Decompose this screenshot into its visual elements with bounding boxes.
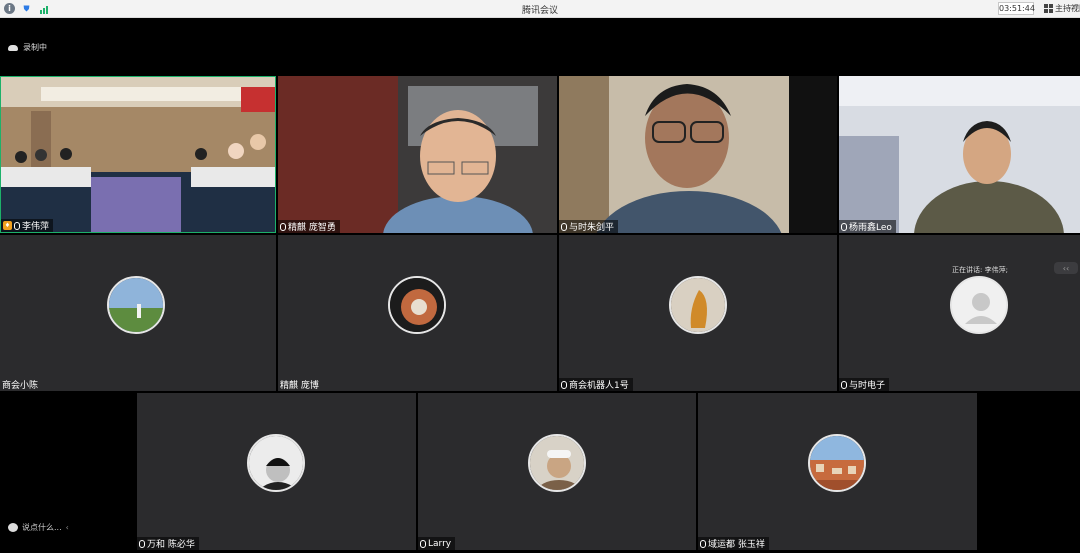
cloud-recording-icon <box>8 44 18 51</box>
mic-icon <box>700 539 706 548</box>
mic-icon <box>561 222 567 231</box>
avatar <box>808 434 866 492</box>
participant-name: Larry <box>418 537 456 550</box>
avatar <box>388 276 446 334</box>
mic-icon <box>139 539 145 548</box>
conference-room-video <box>1 77 275 232</box>
mic-icon <box>280 222 286 231</box>
avatar <box>107 276 165 334</box>
host-icon: ♦ <box>3 221 12 230</box>
title-bar: i ⛊ 腾讯会议 03:51:44 主持视图 — <box>0 0 1080 18</box>
chat-collapse-button[interactable]: ‹ <box>66 523 69 532</box>
mic-icon <box>841 380 847 389</box>
now-talking-label: 正在讲话: 李伟萍; <box>952 266 1008 274</box>
participant-video <box>839 76 1080 233</box>
mic-icon <box>561 380 567 389</box>
participant-name: 商会小陈 <box>2 381 39 391</box>
meeting-timer: 03:51:44 <box>998 2 1035 15</box>
collapse-icon[interactable]: ‹‹ <box>1054 262 1078 274</box>
avatar <box>669 276 727 334</box>
participant-name: 与时电子 <box>839 378 890 391</box>
grid-icon <box>1044 4 1053 13</box>
avatar-tile[interactable]: 正在讲话: 李伟萍; 与时电子 <box>839 235 1080 391</box>
avatar <box>950 276 1008 334</box>
participant-video <box>559 76 837 233</box>
recording-indicator[interactable]: 录制中 <box>8 42 47 53</box>
participant-name: 与时朱剑平 <box>559 220 619 233</box>
window-title: 腾讯会议 <box>521 6 558 16</box>
avatar-tile[interactable]: 商会机器人1号 <box>559 235 837 391</box>
mic-icon <box>14 221 20 230</box>
avatar-tile[interactable]: 商会小陈 <box>0 235 276 391</box>
participant-name: 万和 陈必华 <box>137 537 199 550</box>
mic-icon <box>841 222 847 231</box>
video-tile[interactable]: 精麒 庞智勇 <box>278 76 557 233</box>
minimize-button[interactable]: — <box>1070 1 1079 11</box>
recording-label: 录制中 <box>23 43 47 52</box>
participant-name: 精麒 庞智勇 <box>278 220 340 233</box>
participant-name: 精麒 庞博 <box>280 381 319 391</box>
chat-icon <box>8 522 18 532</box>
avatar-tile[interactable]: 精麒 庞博 <box>278 235 557 391</box>
chat-input[interactable]: 说点什么... ‹ <box>0 518 90 536</box>
video-tile[interactable]: 杨雨鑫Leo <box>839 76 1080 233</box>
avatar-tile[interactable]: 域运都 张玉祥 <box>698 393 977 550</box>
mic-icon <box>420 539 426 548</box>
participant-name: ♦ 李伟萍 <box>1 219 54 232</box>
chat-placeholder: 说点什么... <box>22 522 62 532</box>
participant-video <box>278 76 557 233</box>
avatar-tile[interactable]: 万和 陈必华 <box>137 393 416 550</box>
avatar-tile[interactable]: Larry <box>418 393 696 550</box>
avatar <box>247 434 305 492</box>
participant-name: 域运都 张玉祥 <box>698 537 769 550</box>
avatar <box>528 434 586 492</box>
video-tile[interactable]: ♦ 李伟萍 <box>0 76 276 233</box>
video-tile[interactable]: 与时朱剑平 <box>559 76 837 233</box>
participant-name: 杨雨鑫Leo <box>839 220 896 233</box>
participant-name: 商会机器人1号 <box>559 378 633 391</box>
